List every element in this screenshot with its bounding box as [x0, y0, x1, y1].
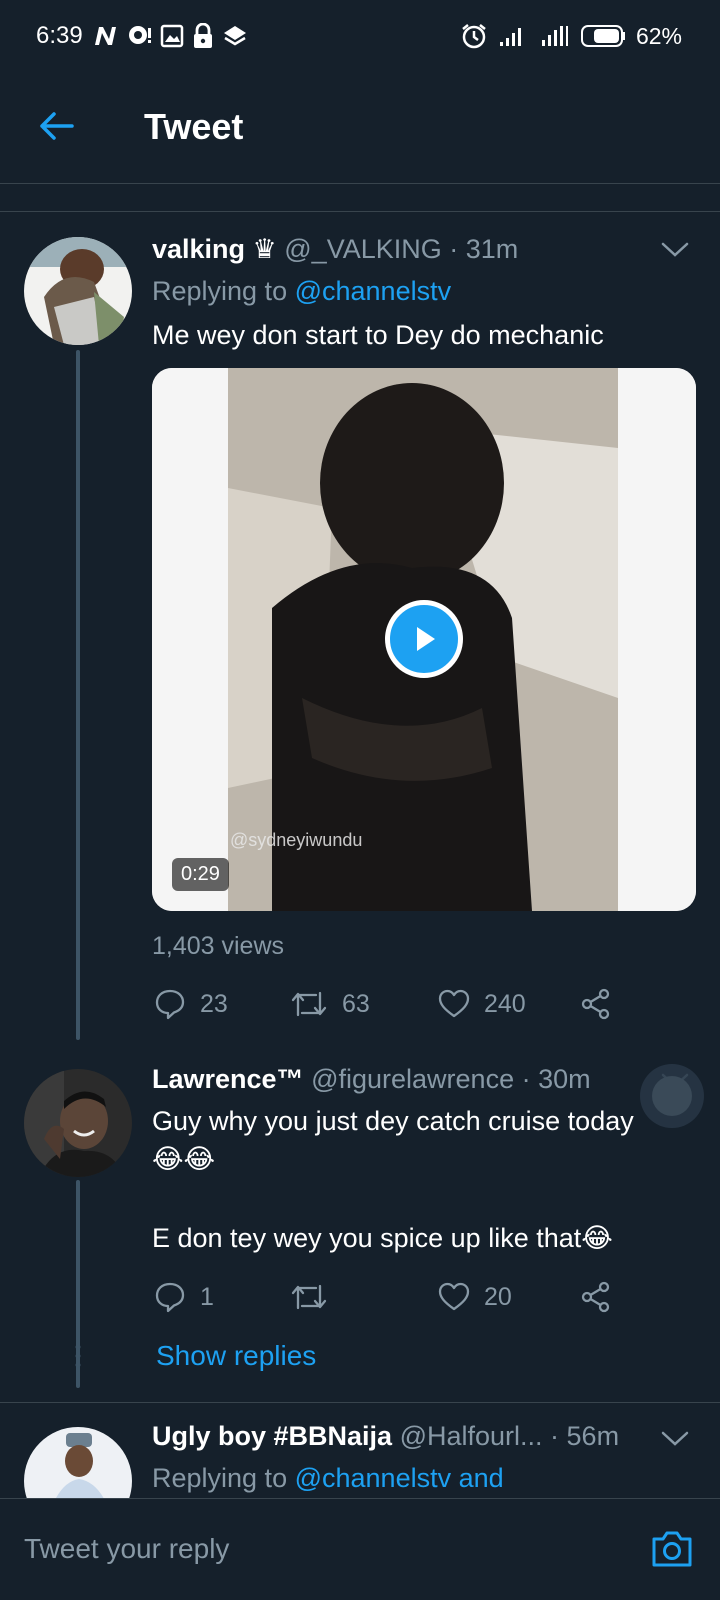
status-bar: 6:39 62% — [0, 0, 720, 72]
signal-2-icon — [541, 26, 568, 46]
reply-button[interactable]: 23 — [154, 984, 228, 1024]
retweet-button[interactable]: 63 — [290, 984, 370, 1024]
retweet-icon — [291, 1284, 327, 1310]
share-icon — [581, 988, 610, 1020]
replying-to: Replying to @channelstv — [152, 276, 452, 306]
tweet-actions: 23 63 240 — [152, 984, 692, 1024]
camera-icon[interactable] — [650, 1529, 694, 1569]
avatar-image — [24, 1069, 132, 1177]
tweet-text-emoji: 😂😂 — [152, 1144, 216, 1174]
back-button[interactable] — [34, 104, 78, 148]
author-handle[interactable]: @_VALKING — [284, 234, 441, 264]
retweet-count: 63 — [342, 989, 370, 1018]
like-count: 240 — [484, 989, 526, 1018]
reply-button[interactable]: 1 — [154, 1277, 214, 1317]
reply-count: 1 — [200, 1282, 214, 1311]
tweet-text-line: Guy why you just dey catch cruise today — [152, 1106, 634, 1136]
reply-input[interactable]: Tweet your reply — [24, 1533, 229, 1565]
reply-count: 23 — [200, 989, 228, 1018]
heart-icon — [438, 1282, 470, 1311]
video-media[interactable]: @sydneyiwundu 0:29 — [152, 368, 696, 911]
battery-percentage: 62% — [635, 22, 682, 49]
like-count: 20 — [484, 1282, 512, 1311]
tweet-ugly-boy[interactable]: Ugly boy #BBNaija @Halfourl... · 56m Rep… — [0, 1403, 720, 1498]
reply-icon — [155, 989, 185, 1020]
author-handle[interactable]: @figurelawrence — [311, 1064, 514, 1094]
author-handle[interactable]: @Halfourl... — [400, 1421, 543, 1451]
show-replies-link[interactable]: Show replies — [156, 1340, 316, 1372]
lock-notification-icon — [194, 23, 212, 48]
heart-icon — [438, 989, 470, 1018]
replying-to-link[interactable]: @channelstv and — [295, 1463, 504, 1493]
like-button[interactable]: 240 — [438, 984, 526, 1024]
chevron-down-icon[interactable] — [660, 1429, 690, 1449]
author-name[interactable]: valking ♛ — [152, 234, 277, 264]
play-icon — [417, 627, 435, 651]
gallery-notification-icon — [160, 24, 184, 48]
arrow-left-icon — [40, 112, 74, 140]
fast-scroll-thumb[interactable] — [640, 1064, 704, 1128]
n-notification-icon — [95, 27, 116, 45]
tweet-valking[interactable]: valking ♛ @_VALKING · 31m Replying to @c… — [0, 212, 720, 1047]
tweet-actions: 1 20 — [152, 1277, 692, 1317]
tweet-time: · 31m — [449, 234, 519, 264]
page-title: Tweet — [144, 106, 244, 147]
video-duration: 0:29 — [172, 858, 229, 891]
chevron-down-icon[interactable] — [660, 240, 690, 260]
avatar-image — [24, 237, 132, 345]
tweet-text-line: E don tey wey you spice up like that😂 — [152, 1223, 613, 1253]
share-button[interactable] — [580, 1277, 612, 1317]
alarm-icon — [462, 24, 486, 49]
tweet-time: · 30m — [521, 1064, 591, 1094]
view-count: 1,403 views — [152, 932, 285, 960]
avatar-image — [24, 1427, 132, 1498]
video-watermark: @sydneyiwundu — [230, 830, 362, 850]
retweet-button[interactable] — [290, 1277, 328, 1317]
replying-to: Replying to @channelstv and — [152, 1463, 504, 1493]
signal-icon — [499, 28, 521, 46]
avatar[interactable] — [24, 237, 132, 345]
chat-notification-icon — [129, 26, 151, 44]
replying-to-link[interactable]: @channelstv — [295, 276, 452, 306]
tweet-time: · 56m — [550, 1421, 620, 1451]
author-name[interactable]: Lawrence™ — [152, 1064, 304, 1094]
status-time: 6:39 — [36, 22, 83, 49]
reply-icon — [155, 1282, 185, 1313]
top-app-bar: Tweet — [0, 72, 720, 184]
share-icon — [581, 1281, 610, 1313]
more-replies-dots-icon — [75, 1344, 81, 1368]
play-button[interactable] — [385, 600, 463, 678]
retweet-icon — [291, 991, 327, 1017]
layers-notification-icon — [224, 26, 246, 46]
battery-icon — [580, 25, 625, 47]
thread-line — [76, 350, 80, 1040]
avatar[interactable] — [24, 1069, 132, 1177]
share-button[interactable] — [580, 984, 612, 1024]
tweet-lawrence[interactable]: Lawrence™ @figurelawrence · 30m Guy why … — [0, 1047, 720, 1402]
tweet-text: Me wey don start to Dey do mechanic — [152, 320, 604, 350]
like-button[interactable]: 20 — [438, 1277, 512, 1317]
avatar[interactable] — [24, 1427, 132, 1498]
author-name[interactable]: Ugly boy #BBNaija — [152, 1421, 392, 1451]
reply-composer-bar: Tweet your reply — [0, 1498, 720, 1600]
